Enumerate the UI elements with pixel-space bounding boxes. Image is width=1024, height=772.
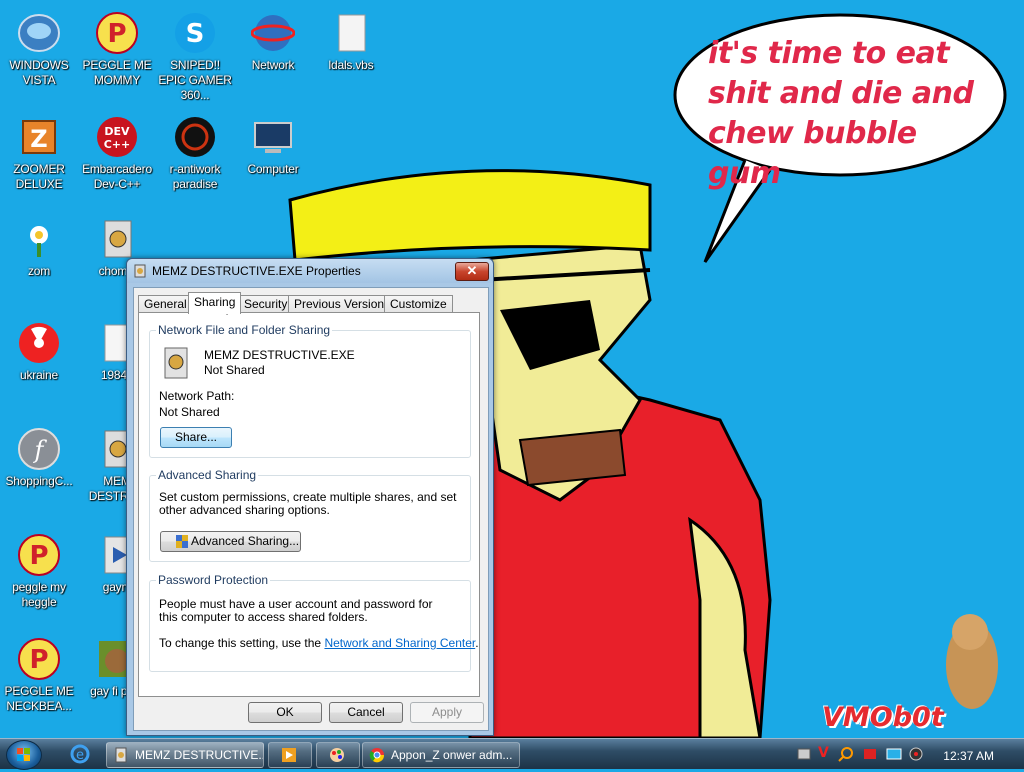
- computer-icon: [250, 114, 296, 160]
- shared-file-name: MEMZ DESTRUCTIVE.EXE: [204, 348, 355, 362]
- apply-button[interactable]: Apply: [410, 702, 484, 723]
- tray-flag-icon[interactable]: [862, 746, 878, 765]
- vista-disk-icon: [16, 10, 62, 56]
- desktop-icon-zom[interactable]: zom: [1, 216, 77, 279]
- skype-icon: S: [172, 10, 218, 56]
- desktop-icon-network[interactable]: Network: [235, 10, 311, 73]
- tray-search-icon[interactable]: [838, 746, 854, 765]
- devcpp-icon: DEV C++: [94, 114, 140, 160]
- system-tray: V 12:37 AM: [790, 742, 1020, 766]
- peggle-icon: P: [94, 10, 140, 56]
- antiwork-icon: [172, 114, 218, 160]
- share-button[interactable]: Share...: [160, 427, 232, 448]
- internet-explorer-icon[interactable]: e: [70, 744, 90, 767]
- password-change-hint: To change this setting, use the Network …: [159, 636, 479, 650]
- advanced-sharing-group: Advanced Sharing Set custom permissions,…: [149, 468, 471, 562]
- taskbar-item-chrome[interactable]: Appon_Z onwer adm...: [362, 742, 520, 768]
- tab-security[interactable]: Security: [238, 295, 294, 313]
- zoomer-icon: Z: [16, 114, 62, 160]
- taskbar-item-paint[interactable]: [316, 742, 360, 768]
- svg-text:C++: C++: [104, 138, 131, 151]
- desktop-icon-peggle-me-mommy[interactable]: P PEGGLE ME MOMMY: [79, 10, 155, 88]
- network-path-value: Not Shared: [159, 405, 220, 419]
- tab-previous-versions[interactable]: Previous Versions: [288, 295, 397, 313]
- dialog-title: MEMZ DESTRUCTIVE.EXE Properties: [152, 264, 361, 278]
- network-globe-icon: [250, 10, 296, 56]
- svg-text:S: S: [186, 19, 205, 49]
- exe-file-icon: [160, 347, 192, 382]
- taskbar-clock[interactable]: 12:37 AM: [943, 749, 994, 763]
- password-protection-group: Password Protection People must have a u…: [149, 573, 479, 672]
- desktop-icon-windows-vista[interactable]: WINDOWS VISTA: [1, 10, 77, 88]
- peggle-icon: P: [16, 636, 62, 682]
- svg-text:DEV: DEV: [104, 125, 130, 138]
- svg-text:P: P: [107, 19, 126, 49]
- desktop-icon-ukraine[interactable]: ukraine: [1, 320, 77, 383]
- tray-network-icon[interactable]: [796, 746, 812, 765]
- desktop-icon-peggle-my-heggle[interactable]: P peggle my heggle: [1, 532, 77, 610]
- ok-button[interactable]: OK: [248, 702, 322, 723]
- exe-file-icon: [133, 264, 147, 281]
- script-file-icon: [328, 10, 374, 56]
- exe-file-icon: [113, 747, 129, 767]
- desktop-icon-peggle-me-neckbeard[interactable]: P PEGGLE ME NECKBEA...: [1, 636, 77, 714]
- close-button[interactable]: ✕: [455, 262, 489, 281]
- desktop-icon-zoomer-deluxe[interactable]: Z ZOOMER DELUXE: [1, 114, 77, 192]
- desktop-icon-ldals-vbs[interactable]: ldals.vbs: [313, 10, 389, 73]
- svg-text:P: P: [29, 645, 48, 675]
- network-sharing-title: Network File and Folder Sharing: [156, 323, 333, 337]
- advanced-sharing-title: Advanced Sharing: [156, 468, 259, 482]
- media-player-icon: [281, 747, 297, 767]
- radiation-icon: [16, 320, 62, 366]
- speech-bubble-text: it's time to eat shit and die and chew b…: [708, 36, 974, 191]
- share-status: Not Shared: [204, 363, 265, 377]
- advanced-sharing-button[interactable]: Advanced Sharing...: [160, 531, 301, 552]
- exe-file-icon: [94, 216, 140, 262]
- advanced-sharing-description: Set custom permissions, create multiple …: [159, 490, 457, 517]
- cancel-button[interactable]: Cancel: [329, 702, 403, 723]
- svg-text:e: e: [76, 748, 84, 763]
- start-button[interactable]: [6, 740, 42, 770]
- flower-icon: [16, 216, 62, 262]
- taskbar: e MEMZ DESTRUCTIVE... Appon_Z onwer adm.…: [0, 738, 1024, 770]
- password-protection-description: People must have a user account and pass…: [159, 597, 433, 624]
- svg-text:P: P: [29, 541, 48, 571]
- network-path-label: Network Path:: [159, 389, 235, 403]
- paint-icon: [329, 747, 345, 767]
- peggle-icon: P: [16, 532, 62, 578]
- uac-shield-icon: [176, 535, 188, 554]
- taskbar-item-memz-properties[interactable]: MEMZ DESTRUCTIVE...: [106, 742, 264, 768]
- dialog-title-bar[interactable]: MEMZ DESTRUCTIVE.EXE Properties ✕: [127, 259, 493, 283]
- network-sharing-group: Network File and Folder Sharing MEMZ DES…: [149, 323, 471, 458]
- desktop-icon-antiwork[interactable]: r-antiwork paradise: [157, 114, 233, 192]
- watermark-logo: VMOb0t: [822, 702, 944, 733]
- tab-general[interactable]: General: [138, 295, 193, 313]
- properties-dialog: MEMZ DESTRUCTIVE.EXE Properties ✕ Genera…: [126, 258, 494, 736]
- desktop-icon-dev-cpp[interactable]: DEV C++ Embarcadero Dev-C++: [79, 114, 155, 192]
- tab-customize[interactable]: Customize: [384, 295, 453, 313]
- tray-display-icon[interactable]: [886, 746, 902, 765]
- windows-logo-icon: [17, 748, 30, 761]
- taskbar-item-media-player[interactable]: [268, 742, 312, 768]
- desktop-icon-shoppingc[interactable]: f ShoppingC...: [1, 426, 77, 489]
- tray-v-icon[interactable]: V: [818, 745, 829, 761]
- flash-icon: f: [16, 426, 62, 472]
- network-sharing-center-link[interactable]: Network and Sharing Center: [324, 636, 475, 650]
- chrome-icon: [369, 747, 385, 767]
- desktop-icon-sniped-epic-gamer[interactable]: S SNIPED!! EPIC GAMER 360...: [157, 10, 233, 103]
- tray-volume-icon[interactable]: [908, 746, 924, 765]
- dialog-body: General Sharing Security Previous Versio…: [133, 287, 489, 731]
- password-protection-title: Password Protection: [156, 573, 271, 587]
- tab-sharing[interactable]: Sharing: [188, 292, 242, 314]
- svg-text:Z: Z: [30, 125, 47, 153]
- desktop-icon-computer[interactable]: Computer: [235, 114, 311, 177]
- sharing-panel: Network File and Folder Sharing MEMZ DES…: [138, 312, 480, 697]
